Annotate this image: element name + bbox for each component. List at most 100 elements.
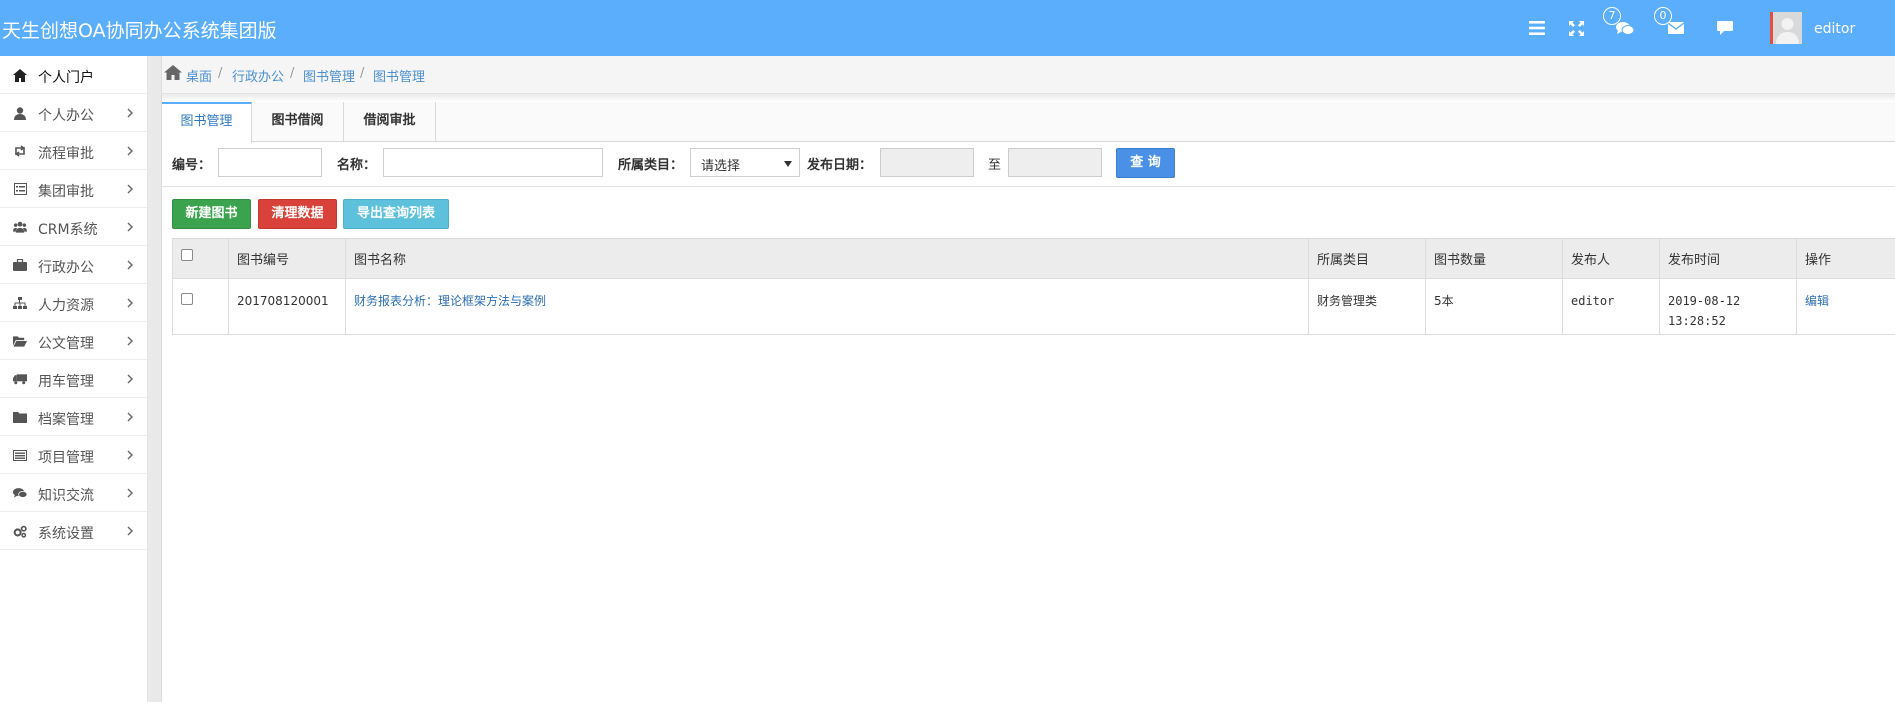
user-icon — [13, 106, 27, 120]
chevron-right-icon — [127, 298, 133, 308]
chevron-right-icon — [127, 488, 133, 498]
chevron-right-icon — [127, 374, 133, 384]
sidebar-item-hr[interactable]: 人力资源 — [0, 284, 147, 322]
breadcrumb-separator: / — [290, 66, 295, 81]
sidebar-item-projects[interactable]: 项目管理 — [0, 436, 147, 474]
sidebar: 个人门户 个人办公 流程审批 集团审批 CRM系统 行政办公 人力资源 公文管理… — [0, 56, 148, 702]
table-row: 201708120001 财务报表分析：理论框架方法与案例 财务管理类 5本 e… — [172, 278, 1895, 335]
sidebar-item-crm[interactable]: CRM系统 — [0, 208, 147, 246]
column-header[interactable]: 图书数量 — [1425, 238, 1563, 279]
sidebar-item-label: 系统设置 — [38, 526, 94, 542]
category-label: 所属类目： — [618, 158, 684, 173]
sidebar-item-workflow[interactable]: 流程审批 — [0, 132, 147, 170]
comments-icon — [13, 486, 27, 500]
home-icon[interactable] — [164, 65, 182, 84]
retweet-icon — [13, 144, 27, 158]
breadcrumb-book-management[interactable]: 图书管理 — [303, 66, 355, 85]
book-name-link[interactable]: 财务报表分析：理论框架方法与案例 — [354, 294, 546, 308]
sidebar-item-documents[interactable]: 公文管理 — [0, 322, 147, 360]
new-book-button[interactable]: 新建图书 — [172, 199, 251, 229]
name-input[interactable] — [383, 148, 603, 177]
column-header[interactable]: 发布时间 — [1659, 238, 1797, 279]
sidebar-item-admin-office[interactable]: 行政办公 — [0, 246, 147, 284]
sidebar-item-portal[interactable]: 个人门户 — [0, 56, 147, 94]
query-button[interactable]: 查 询 — [1116, 148, 1175, 178]
category-select-value: 请选择 — [701, 159, 741, 174]
chevron-right-icon — [127, 260, 133, 270]
chevron-right-icon — [127, 336, 133, 346]
date-end-input[interactable] — [1008, 148, 1102, 177]
sidebar-item-knowledge[interactable]: 知识交流 — [0, 474, 147, 512]
menu-icon[interactable] — [1526, 18, 1548, 38]
sidebar-item-personal-office[interactable]: 个人办公 — [0, 94, 147, 132]
username[interactable]: editor — [1814, 21, 1855, 37]
date-to-label: 至 — [988, 158, 1002, 173]
edit-link[interactable]: 编辑 — [1805, 294, 1829, 308]
tab-book-management[interactable]: 图书管理 — [162, 102, 252, 143]
sidebar-collapse-strip[interactable] — [148, 56, 162, 702]
book-name-cell: 财务报表分析：理论框架方法与案例 — [345, 278, 1309, 335]
sidebar-item-label: 集团审批 — [38, 184, 94, 200]
list-alt-icon — [13, 182, 27, 196]
publish-date: 2019-08-12 — [1668, 294, 1741, 308]
clear-data-button[interactable]: 清理数据 — [258, 199, 337, 229]
table-header-row: 图书编号 图书名称 所属类目 图书数量 发布人 发布时间 操作 — [172, 238, 1895, 279]
sidebar-item-label: 项目管理 — [38, 450, 94, 466]
breadcrumb-separator: / — [360, 66, 365, 81]
date-label: 发布日期： — [807, 158, 873, 173]
users-icon — [13, 220, 27, 234]
sidebar-item-label: 个人门户 — [38, 70, 94, 86]
truck-icon — [13, 372, 27, 386]
column-header[interactable]: 所属类目 — [1308, 238, 1426, 279]
book-code-cell: 201708120001 — [228, 278, 346, 335]
sidebar-item-label: 知识交流 — [38, 488, 94, 504]
code-label: 编号： — [172, 158, 212, 173]
tab-book-borrowing[interactable]: 图书借阅 — [252, 102, 344, 142]
sidebar-item-label: 人力资源 — [38, 298, 94, 314]
tab-borrow-approval[interactable]: 借阅审批 — [344, 102, 436, 142]
sidebar-item-settings[interactable]: 系统设置 — [0, 512, 147, 550]
briefcase-icon — [13, 258, 27, 272]
date-start-input[interactable] — [880, 148, 974, 177]
breadcrumb-admin-office[interactable]: 行政办公 — [232, 66, 284, 85]
sidebar-item-group-approval[interactable]: 集团审批 — [0, 170, 147, 208]
column-header[interactable]: 图书编号 — [228, 238, 346, 279]
sidebar-item-label: 档案管理 — [38, 412, 94, 428]
sidebar-item-archives[interactable]: 档案管理 — [0, 398, 147, 436]
breadcrumb-current[interactable]: 图书管理 — [373, 66, 425, 85]
list-icon — [13, 448, 27, 462]
chevron-right-icon — [127, 108, 133, 118]
fullscreen-icon[interactable] — [1565, 18, 1587, 38]
column-header[interactable]: 发布人 — [1562, 238, 1660, 279]
select-all-checkbox[interactable] — [181, 249, 193, 261]
book-table: 图书编号 图书名称 所属类目 图书数量 发布人 发布时间 操作 20170812… — [172, 238, 1895, 335]
chevron-right-icon — [127, 184, 133, 194]
row-select-cell — [172, 278, 229, 335]
sidebar-item-vehicles[interactable]: 用车管理 — [0, 360, 147, 398]
content-shadow — [162, 94, 1895, 102]
chevron-right-icon — [127, 450, 133, 460]
breadcrumb: 桌面 / 行政办公 / 图书管理 / 图书管理 — [162, 56, 1895, 94]
breadcrumb-separator: / — [218, 66, 223, 81]
publisher-cell: editor — [1562, 278, 1660, 335]
name-label: 名称： — [337, 158, 377, 173]
tab-bar: 图书管理 图书借阅 借阅审批 — [162, 102, 1895, 143]
mail-badge: 0 — [1654, 7, 1672, 25]
chevron-right-icon — [127, 526, 133, 536]
code-input[interactable] — [218, 148, 322, 177]
export-list-button[interactable]: 导出查询列表 — [343, 199, 449, 229]
sidebar-item-label: 个人办公 — [38, 108, 94, 124]
app-title: 天生创想OA协同办公系统集团版 — [2, 20, 277, 42]
filter-divider — [162, 186, 1895, 187]
action-cell: 编辑 — [1796, 278, 1895, 335]
comment-icon[interactable] — [1714, 18, 1736, 38]
category-select[interactable]: 请选择 — [690, 148, 800, 177]
breadcrumb-desktop[interactable]: 桌面 — [186, 66, 212, 85]
book-category-cell: 财务管理类 — [1308, 278, 1426, 335]
column-header[interactable]: 图书名称 — [345, 238, 1309, 279]
chevron-right-icon — [127, 146, 133, 156]
sidebar-item-label: 行政办公 — [38, 260, 94, 276]
avatar[interactable] — [1770, 12, 1802, 44]
row-checkbox[interactable] — [181, 293, 193, 305]
publish-time-cell: 2019-08-12 13:28:52 — [1659, 278, 1797, 335]
